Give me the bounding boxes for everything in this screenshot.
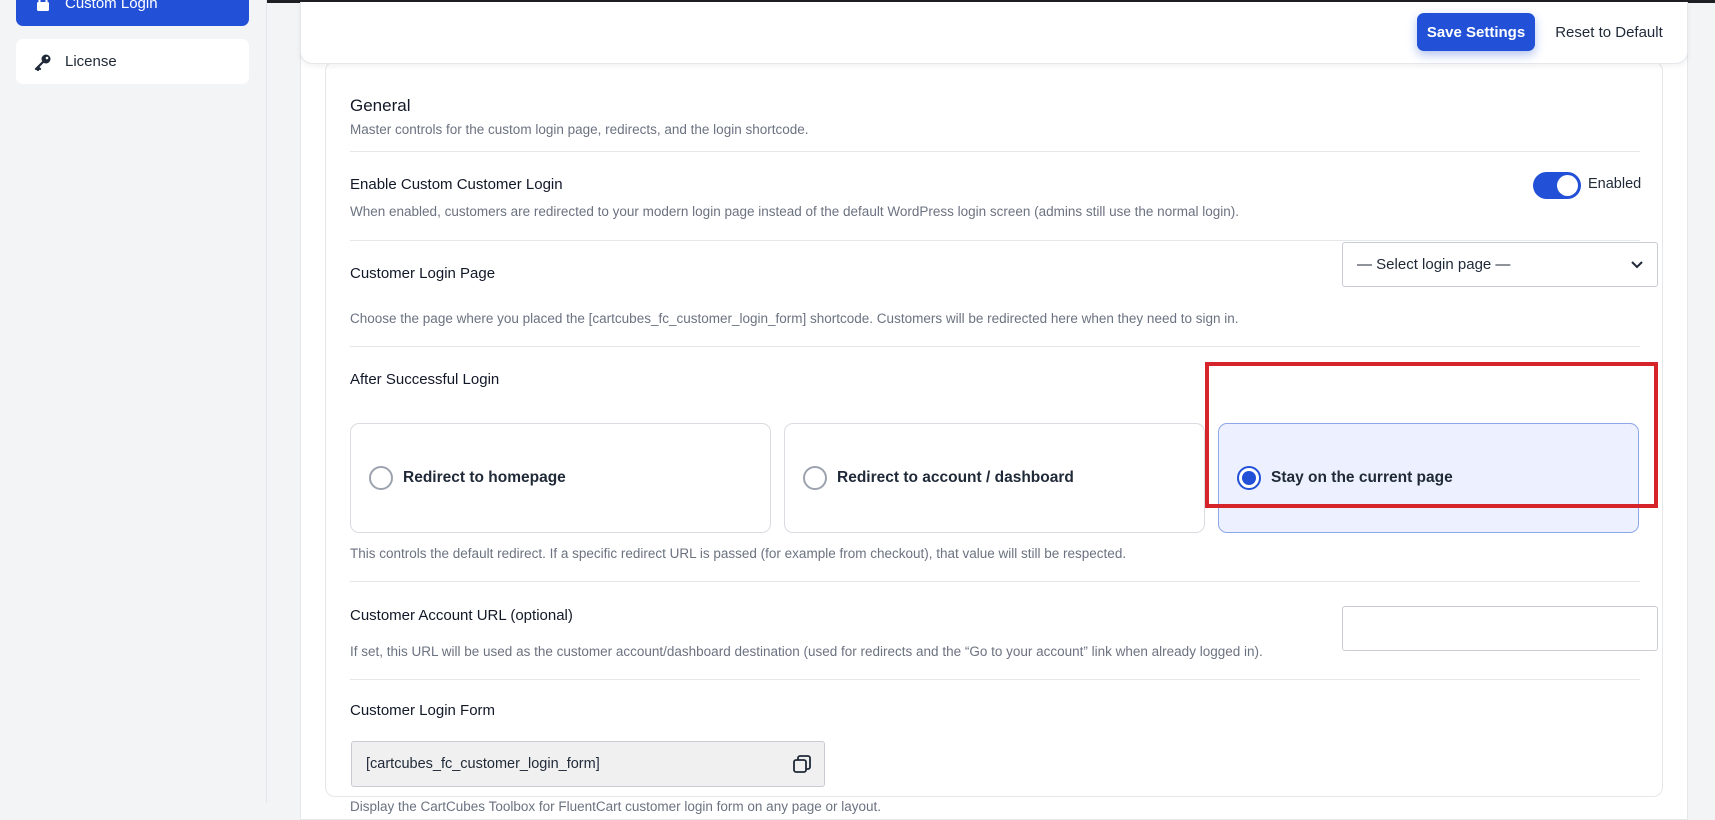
account-url-label: Customer Account URL (optional) <box>350 607 573 624</box>
radio-button[interactable] <box>369 466 393 490</box>
enable-login-description: When enabled, customers are redirected t… <box>350 204 1239 219</box>
sidebar: Custom Login License <box>0 0 267 803</box>
account-url-input[interactable] <box>1342 606 1658 651</box>
option-label: Redirect to account / dashboard <box>837 469 1074 486</box>
divider <box>350 151 1640 152</box>
key-icon <box>33 52 53 72</box>
section-description: Master controls for the custom login pag… <box>350 122 809 137</box>
enable-login-toggle[interactable] <box>1533 172 1581 199</box>
divider <box>350 240 1640 241</box>
general-settings-card: General Master controls for the custom l… <box>325 61 1663 814</box>
chevron-down-icon <box>1629 256 1645 276</box>
option-label: Redirect to homepage <box>403 469 566 486</box>
toggle-knob <box>1557 175 1578 196</box>
section-title: General <box>350 96 411 115</box>
lock-icon <box>33 0 53 14</box>
account-url-description: If set, this URL will be used as the cus… <box>350 644 1263 659</box>
select-value: — Select login page — <box>1357 256 1511 273</box>
settings-toolbar: Save Settings Reset to Default <box>300 2 1688 64</box>
login-form-label: Customer Login Form <box>350 702 496 719</box>
copy-icon[interactable] <box>792 754 812 778</box>
login-form-description: Display the CartCubes Toolbox for Fluent… <box>350 799 882 814</box>
enable-login-label: Enable Custom Customer Login <box>350 176 563 193</box>
option-label: Stay on the current page <box>1271 469 1453 486</box>
sidebar-item-license[interactable]: License <box>16 39 249 84</box>
after-login-description: This controls the default redirect. If a… <box>350 546 1127 561</box>
save-settings-button[interactable]: Save Settings <box>1417 13 1535 51</box>
reset-to-default-button[interactable]: Reset to Default <box>1545 13 1673 51</box>
radio-button[interactable] <box>803 466 827 490</box>
main-content: General Master controls for the custom l… <box>300 0 1688 820</box>
sidebar-item-label: Custom Login <box>65 0 158 12</box>
login-page-label: Customer Login Page <box>350 265 496 282</box>
divider <box>350 346 1640 347</box>
divider <box>350 581 1640 582</box>
settings-panel: General Master controls for the custom l… <box>300 40 1688 820</box>
option-redirect-homepage[interactable]: Redirect to homepage <box>350 423 771 533</box>
login-page-description: Choose the page where you placed the [ca… <box>350 311 1239 326</box>
after-login-label: After Successful Login <box>350 371 500 388</box>
divider <box>350 679 1640 680</box>
toggle-status-label: Enabled <box>1588 176 1642 192</box>
login-page-select[interactable]: — Select login page — <box>1342 242 1658 287</box>
radio-button[interactable] <box>1237 466 1261 490</box>
shortcode-text: [cartcubes_fc_customer_login_form] <box>366 756 600 772</box>
shortcode-field[interactable]: [cartcubes_fc_customer_login_form] <box>351 741 825 787</box>
sidebar-item-custom-login[interactable]: Custom Login <box>16 0 249 26</box>
sidebar-item-label: License <box>65 53 117 70</box>
option-stay-current-page[interactable]: Stay on the current page <box>1218 423 1639 533</box>
option-redirect-account[interactable]: Redirect to account / dashboard <box>784 423 1205 533</box>
